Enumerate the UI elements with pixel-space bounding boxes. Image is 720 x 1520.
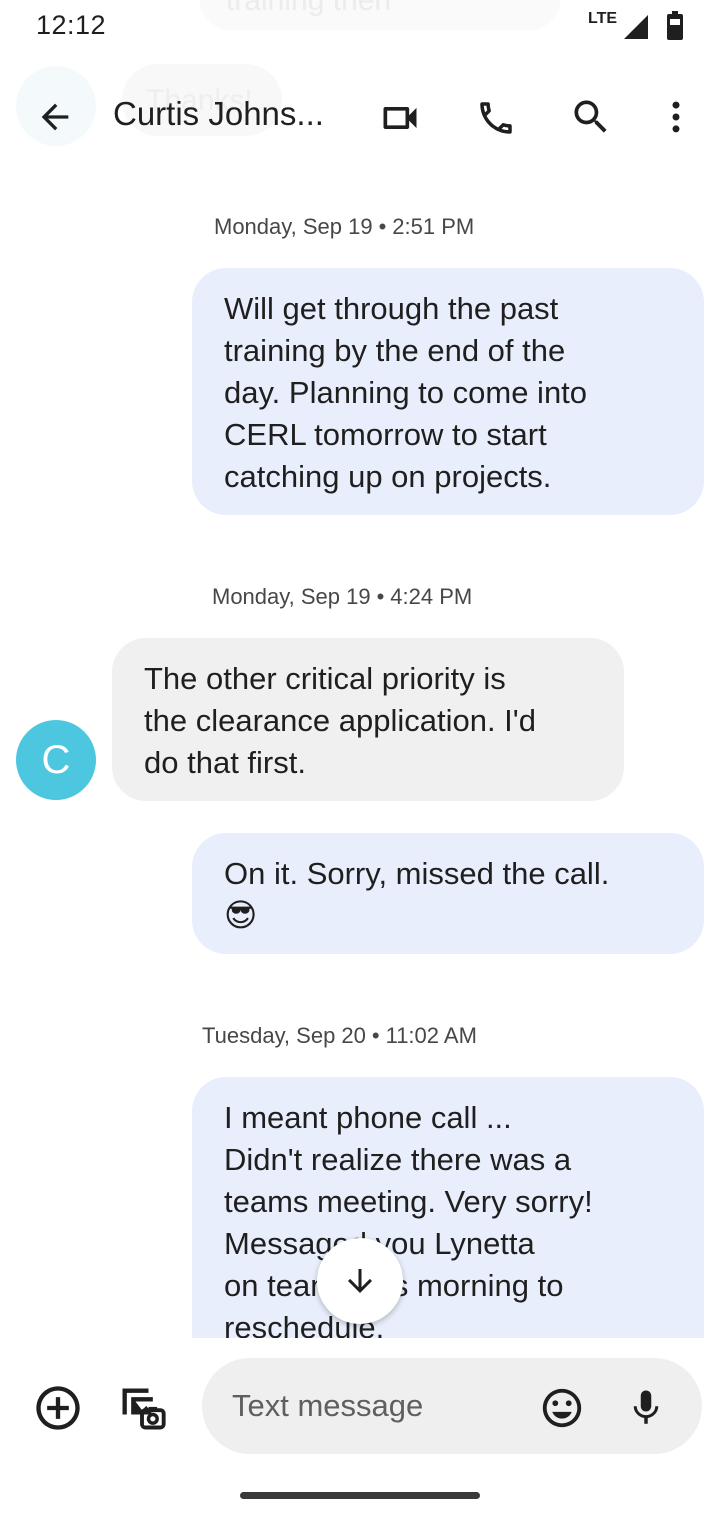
outgoing-message-bubble[interactable]: I meant phone call ... Didn't realize th… [192,1077,704,1338]
conversation-list[interactable]: Monday, Sep 19 • 2:51 PM Will get through … [0,180,720,1338]
timestamp-separator: • [376,584,385,609]
video-call-icon [383,107,417,129]
message-text: I meant phone call ... Didn't realize th… [224,1100,593,1338]
outgoing-message-bubble[interactable]: On it. Sorry, missed the call. 😎 [192,833,704,954]
battery-icon [666,11,684,46]
arrow-down-icon [348,1269,372,1293]
message-text: Will get through the past training by th… [224,291,588,494]
timestamp-separator: • [378,214,387,239]
timestamp-separator: • [371,1023,380,1048]
avatar[interactable]: C [16,720,96,800]
gallery-camera-icon [122,1388,166,1430]
timestamp-day: Monday, Sep 19 [212,584,371,609]
signal-icon [622,13,650,46]
more-options-button[interactable] [648,89,704,145]
microphone-icon [633,1390,659,1424]
timestamp-time: 2:51 PM [392,214,475,239]
timestamp-time: 11:02 AM [385,1023,477,1048]
network-type: LTE [588,10,618,27]
emoji-button[interactable] [536,1382,588,1434]
ghost-message-text: training then [226,0,392,17]
emoji-icon [542,1388,582,1428]
timestamp-time: 4:24 PM [390,584,473,609]
contact-name[interactable]: Curtis Johns... [113,95,324,133]
timestamp-day: Tuesday, Sep 20 [202,1023,366,1048]
sunglasses-emoji: 😎 [224,897,258,933]
avatar-letter: C [41,737,71,782]
message-timestamp: Monday, Sep 19 • 4:24 PM [212,584,472,610]
search-icon [574,100,607,133]
video-call-button[interactable] [372,90,428,146]
outgoing-message-bubble[interactable]: Will get through the past training by th… [192,268,704,515]
incoming-message-bubble[interactable]: The other critical priority is the clear… [112,638,624,801]
message-field[interactable] [202,1358,702,1454]
voice-input-button[interactable] [620,1382,672,1434]
message-timestamp: Monday, Sep 19 • 2:51 PM [214,214,474,240]
timestamp-day: Monday, Sep 19 [214,214,373,239]
gesture-navigation-handle[interactable] [240,1492,480,1499]
message-text: The other critical priority is the clear… [144,661,536,780]
back-button[interactable] [30,92,80,142]
back-arrow-icon [41,103,69,131]
scroll-to-bottom-button[interactable] [317,1238,403,1324]
attach-button[interactable] [30,1380,86,1436]
phone-icon [480,102,512,134]
message-timestamp: Tuesday, Sep 20 • 11:02 AM [202,1023,477,1049]
more-vert-icon [672,101,680,133]
status-time: 12:12 [36,10,107,40]
message-text: On it. Sorry, missed the call. [224,856,610,891]
add-circle-icon [36,1386,80,1430]
search-button[interactable] [563,89,619,145]
phone-call-button[interactable] [468,90,524,146]
gallery-button[interactable] [114,1380,170,1436]
message-input[interactable] [232,1384,522,1428]
